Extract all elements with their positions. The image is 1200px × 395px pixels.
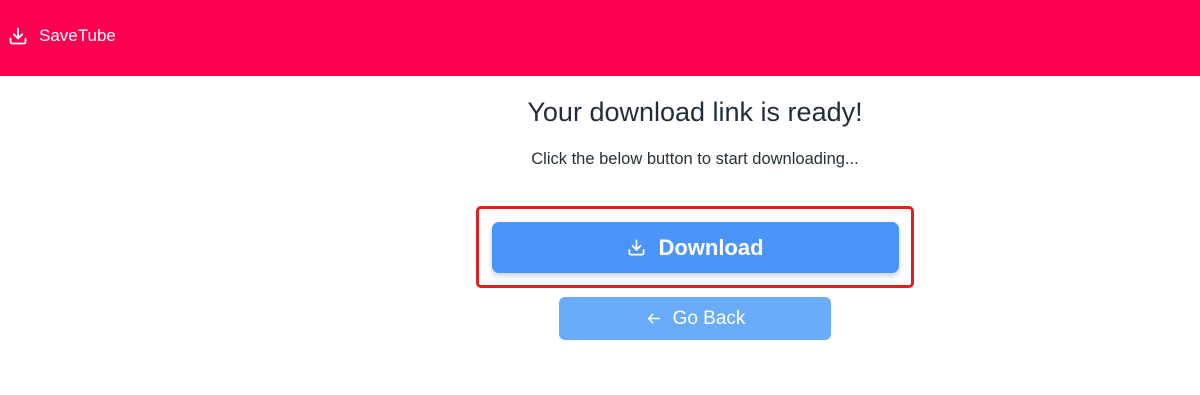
- download-button[interactable]: Download: [492, 222, 899, 273]
- arrow-left-icon: [645, 310, 662, 327]
- top-navbar: SaveTube: [0, 0, 1200, 76]
- download-icon: [627, 238, 646, 257]
- download-icon: [8, 26, 28, 46]
- brand-link[interactable]: SaveTube: [8, 24, 116, 48]
- brand-name: SaveTube: [39, 26, 116, 45]
- go-back-button[interactable]: Go Back: [559, 297, 831, 340]
- download-button-label: Download: [658, 234, 764, 260]
- page-subtitle: Click the below button to start download…: [531, 150, 859, 168]
- page-title: Your download link is ready!: [527, 97, 863, 127]
- go-back-button-label: Go Back: [672, 307, 746, 329]
